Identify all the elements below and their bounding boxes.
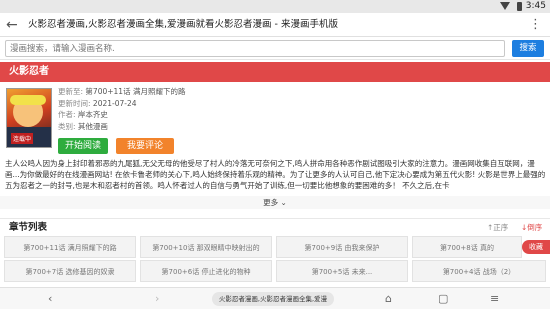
start-reading-button[interactable]: 开始阅读 [58,138,108,154]
chapter-grid: 第700+11话 满月照耀下的路 第700+10话 那双眼睛中映射出的 第700… [0,236,550,284]
comic-title-bar: 火影忍者 [0,62,550,82]
update-value[interactable]: 第700+11话 满月照耀下的路 [85,87,185,96]
chevron-down-icon: ⌄ [280,198,287,207]
comic-cover-image[interactable]: 连载中 [6,88,52,148]
tabs-icon[interactable]: ▢ [438,288,448,309]
chapter-item[interactable]: 第700+9话 由我来保护 [276,236,408,258]
favorite-button[interactable]: 收藏 [522,240,550,254]
sort-descending-button[interactable]: ↓倒序 [521,219,542,236]
category-value[interactable]: 其他漫画 [78,122,108,131]
chapter-item[interactable]: 第700+11话 满月照耀下的路 [4,236,136,258]
time-label: 更新时间: [58,98,91,108]
back-icon[interactable]: ‹ [48,288,52,309]
address-pill[interactable]: 火影忍者漫画,火影忍者漫画全集,爱漫 [212,292,334,306]
home-icon[interactable]: ⌂ [385,288,392,309]
back-arrow-icon[interactable]: ← [6,16,18,34]
comic-description: 主人公鸣人因为身上封印着邪恶的九尾狐,无父无母的他受尽了村人的冷落无可奈何之下,… [5,159,546,191]
cover-status-tag: 连载中 [11,133,34,144]
comic-title: 火影忍者 [9,66,49,77]
comic-info: 更新至: 第700+11话 满月照耀下的路 更新时间: 2021-07-24 作… [58,86,185,132]
update-label: 更新至: [58,87,84,96]
chapter-list-header: 章节列表 ↑正序 ↓倒序 [0,218,550,235]
browser-bottom-nav: ‹ › 火影忍者漫画,火影忍者漫画全集,爱漫 ⌂ ▢ ≡ [0,287,550,309]
chapter-item[interactable]: 第700+4话 战场（2） [412,260,546,282]
search-row: 搜索 [0,37,550,60]
battery-icon [517,2,522,11]
sort-ascending-button[interactable]: ↑正序 [487,219,508,236]
search-input[interactable] [5,40,505,57]
chapter-item[interactable]: 第700+8话 真的 [412,236,522,258]
chapter-item[interactable]: 第700+10话 那双眼睛中映射出的 [140,236,272,258]
more-menu-icon[interactable]: ⋮ [529,15,542,35]
author-value[interactable]: 岸本齐史 [78,110,108,119]
chapter-item[interactable]: 第700+6话 停止进化的物种 [140,260,272,282]
page-title: 火影忍者漫画,火影忍者漫画全集,爱漫画就看火影忍者漫画 - 来漫画手机版 [28,19,339,30]
chapter-list-title: 章节列表 [9,222,48,233]
more-label: 更多 [263,198,279,207]
more-button[interactable]: 更多 ⌄ [0,196,550,209]
search-button[interactable]: 搜索 [512,40,544,57]
chapter-item[interactable]: 第700+7话 选修基因的奴隶 [4,260,136,282]
category-label: 类别: [58,121,76,131]
wifi-icon [500,2,510,10]
time-value: 2021-07-24 [92,98,137,108]
menu-icon[interactable]: ≡ [490,288,499,309]
chapter-item[interactable]: 第700+5话 未来... [276,260,408,282]
title-bar: ← 火影忍者漫画,火影忍者漫画全集,爱漫画就看火影忍者漫画 - 来漫画手机版 ⋮ [0,13,550,37]
forward-icon[interactable]: › [155,288,159,309]
cover-art-hair [10,95,46,105]
write-comment-button[interactable]: 我要评论 [116,138,174,154]
status-time: 3:45 [525,1,546,11]
status-bar: 3:45 [0,0,550,13]
author-label: 作者: [58,110,76,119]
